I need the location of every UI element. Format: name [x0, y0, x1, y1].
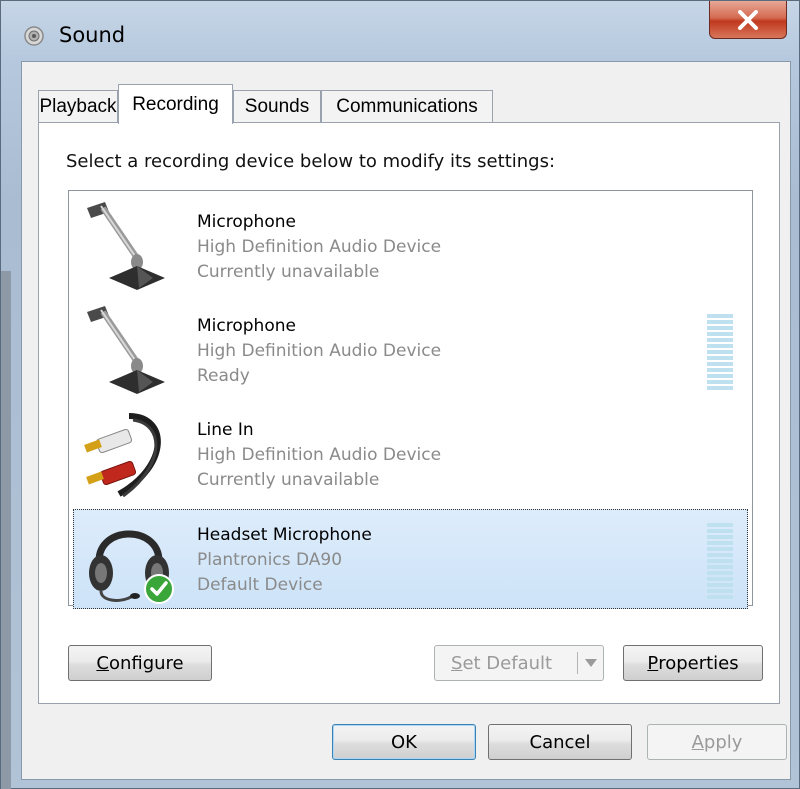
tab-communications[interactable]: Communications [321, 90, 493, 122]
tab-sounds-label: Sounds [244, 95, 310, 117]
device-name: Microphone [197, 212, 296, 232]
set-default-dropdown[interactable] [577, 652, 603, 674]
tab-sounds[interactable]: Sounds [233, 90, 321, 122]
window-frame: Sound Playback Recording Sounds Communic… [0, 0, 800, 789]
close-button[interactable] [709, 1, 787, 39]
configure-accel: C [96, 652, 109, 674]
device-driver: Plantronics DA90 [197, 550, 343, 570]
configure-label: onfigure [108, 652, 184, 674]
device-name: Microphone [197, 316, 296, 336]
device-name: Line In [197, 420, 254, 440]
list-item-microphone-2[interactable]: Microphone High Definition Audio Device … [73, 300, 748, 400]
apply-label: pply [703, 731, 743, 753]
ok-button[interactable]: OK [332, 724, 476, 760]
properties-label: roperties [658, 652, 739, 674]
set-default-accel: S [451, 652, 463, 674]
close-icon [738, 9, 758, 30]
device-status: Currently unavailable [197, 262, 380, 282]
cancel-label: Cancel [529, 731, 591, 753]
set-default-label: et Default [462, 652, 553, 674]
ok-label: OK [391, 731, 417, 753]
title-bar[interactable]: Sound [1, 1, 800, 61]
rca-cable-icon [84, 413, 161, 498]
list-item-line-in[interactable]: Line In High Definition Audio Device Cur… [73, 404, 748, 504]
device-status: Default Device [197, 575, 323, 595]
apply-accel: A [691, 731, 704, 753]
recording-panel: Select a recording device below to modif… [38, 122, 780, 704]
device-status: Ready [197, 366, 250, 386]
tab-recording[interactable]: Recording [118, 84, 233, 124]
tab-communications-label: Communications [336, 95, 478, 117]
level-meter [707, 314, 733, 390]
tab-playback[interactable]: Playback [38, 90, 118, 122]
microphone-icon [87, 202, 165, 290]
tab-playback-label: Playback [39, 95, 117, 117]
level-meter [707, 523, 733, 599]
properties-accel: P [647, 652, 659, 674]
device-driver: High Definition Audio Device [197, 341, 442, 361]
dialog-client-area: Playback Recording Sounds Communications… [21, 61, 791, 780]
set-default-button[interactable]: Set Default [434, 645, 604, 681]
window-title: Sound [59, 23, 126, 47]
check-icon [144, 574, 174, 604]
instruction-text: Select a recording device below to modif… [66, 151, 556, 172]
device-driver: High Definition Audio Device [197, 445, 442, 465]
window-edge-shade [1, 271, 11, 789]
cancel-button[interactable]: Cancel [488, 724, 632, 760]
device-status: Currently unavailable [197, 470, 380, 490]
device-driver: High Definition Audio Device [197, 237, 442, 257]
properties-button[interactable]: Properties [623, 645, 763, 681]
list-item-headset-microphone[interactable]: Headset Microphone Plantronics DA90 Defa… [73, 509, 748, 609]
microphone-icon [87, 306, 165, 394]
list-item-microphone-1[interactable]: Microphone High Definition Audio Device … [73, 196, 748, 296]
apply-button[interactable]: Apply [647, 724, 787, 760]
configure-button[interactable]: Configure [68, 645, 212, 681]
device-name: Headset Microphone [197, 525, 372, 545]
chevron-down-icon [584, 659, 597, 667]
speaker-icon [24, 26, 44, 46]
tab-recording-label: Recording [132, 93, 219, 115]
device-list[interactable]: Microphone High Definition Audio Device … [68, 190, 753, 609]
